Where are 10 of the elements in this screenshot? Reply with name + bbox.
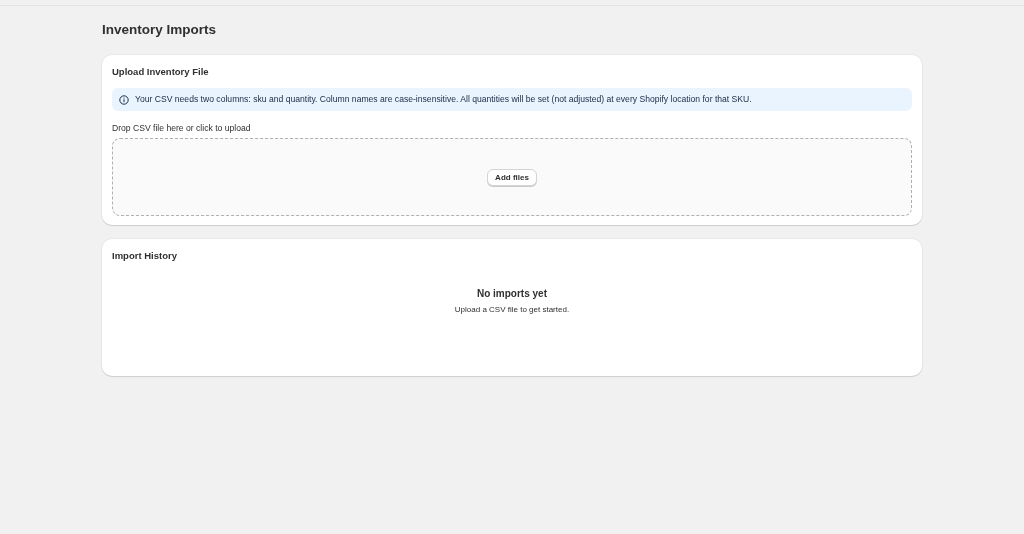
add-files-button[interactable]: Add files: [487, 168, 537, 186]
card-title: Import History: [112, 250, 178, 262]
empty-state-text: Upload a CSV file to get started.: [454, 304, 570, 315]
empty-state-title: No imports yet: [477, 287, 547, 300]
dropzone-label: Drop CSV file here or click to upload: [112, 123, 252, 134]
file-dropzone[interactable]: Add files: [112, 138, 912, 216]
info-icon: [119, 94, 129, 105]
page-title: Inventory Imports: [102, 21, 218, 39]
info-text: Your CSV needs two columns: sku and quantity. Column names are case-insensitive. All quantities will be set (not adjusted) at every Shopify location for that SKU.: [135, 93, 752, 106]
card-title: Upload Inventory File: [112, 66, 210, 78]
